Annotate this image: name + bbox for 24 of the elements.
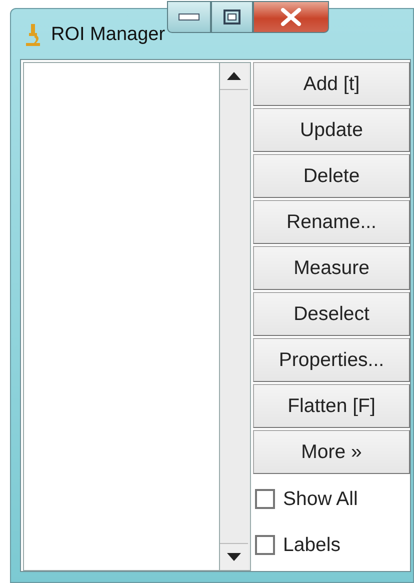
microscope-icon xyxy=(23,23,43,47)
action-button[interactable]: Measure xyxy=(253,246,410,290)
minimize-icon xyxy=(178,13,200,21)
close-button[interactable] xyxy=(253,1,330,33)
minimize-button[interactable] xyxy=(167,1,212,33)
checkbox-label: Labels xyxy=(283,534,340,556)
action-button[interactable]: Flatten [F] xyxy=(253,384,410,428)
action-button[interactable]: Properties... xyxy=(253,338,410,382)
action-button[interactable]: Update xyxy=(253,108,410,152)
action-button[interactable]: Delete xyxy=(253,154,410,198)
checkbox[interactable] xyxy=(255,535,275,555)
scroll-down-icon[interactable] xyxy=(227,553,241,561)
maximize-icon xyxy=(223,9,242,25)
checkbox[interactable] xyxy=(255,489,275,509)
scrollbar[interactable] xyxy=(219,62,251,571)
action-button[interactable]: Add [t] xyxy=(253,62,410,106)
maximize-button[interactable] xyxy=(211,1,254,33)
checkbox-label: Show All xyxy=(283,488,358,510)
scroll-up-icon[interactable] xyxy=(227,72,241,80)
action-button[interactable]: Deselect xyxy=(253,292,410,336)
action-button[interactable]: Rename... xyxy=(253,200,410,244)
action-button[interactable]: More » xyxy=(253,430,410,474)
window-title: ROI Manager xyxy=(51,24,166,46)
close-icon xyxy=(280,8,302,26)
